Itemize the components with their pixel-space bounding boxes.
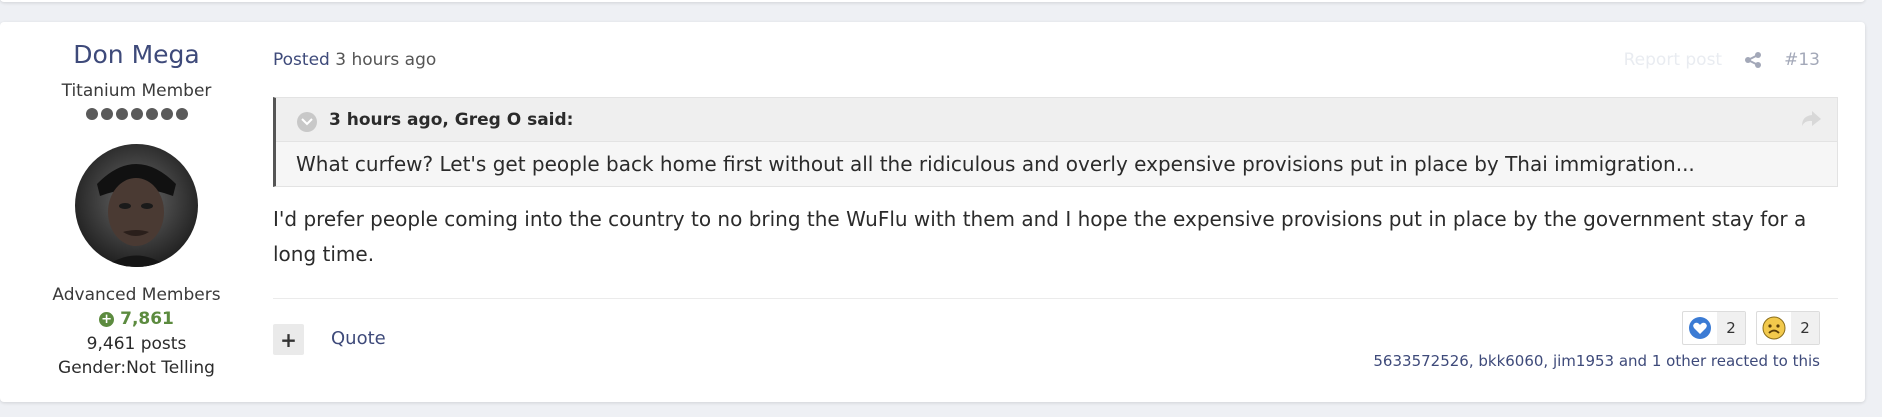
- member-group: Advanced Members: [52, 285, 221, 305]
- rank-pip: [115, 108, 128, 120]
- reactions-summary[interactable]: 5633572526, bkk6060, jim1953 and 1 other…: [1373, 352, 1820, 370]
- like-heart-icon: [1683, 312, 1717, 344]
- reaction-like[interactable]: 2: [1682, 311, 1746, 345]
- chevron-down-icon[interactable]: [297, 112, 317, 132]
- post-content: I'd prefer people coming into the countr…: [273, 207, 1807, 266]
- quote-citation: 3 hours ago, Greg O said:: [329, 110, 574, 130]
- author-name-link[interactable]: Don Mega: [0, 40, 273, 69]
- previous-post-card: [0, 0, 1865, 2]
- quote-header: 3 hours ago, Greg O said:: [276, 98, 1837, 142]
- quote-text: What curfew? Let's get people back home …: [296, 152, 1695, 176]
- post-meta: Posted 3 hours ago: [273, 50, 436, 70]
- posted-time[interactable]: 3 hours ago: [335, 50, 436, 70]
- quote-block: 3 hours ago, Greg O said: What curfew? L…: [273, 97, 1838, 187]
- report-post-link[interactable]: Report post: [1624, 50, 1722, 70]
- avatar[interactable]: [75, 144, 198, 267]
- rank-pip: [145, 108, 158, 120]
- post-tools: Report post #13: [1624, 50, 1820, 70]
- multiquote-plus-button[interactable]: +: [273, 324, 304, 355]
- rank-pip: [130, 108, 143, 120]
- forum-post: Don Mega Titanium Member Advanced Member…: [0, 22, 1865, 402]
- plus-circle-icon: +: [99, 311, 115, 327]
- share-icon[interactable]: [1744, 51, 1762, 69]
- reply-arrow-icon[interactable]: [1801, 110, 1821, 128]
- reactions-bar: 2 2: [1682, 311, 1820, 345]
- reaction-count: 2: [1791, 312, 1819, 344]
- posted-prefix: Posted: [273, 50, 330, 70]
- reputation-badge[interactable]: + 7,861: [0, 309, 273, 329]
- author-title: Titanium Member: [61, 81, 212, 101]
- rank-pip: [160, 108, 173, 120]
- rank-pip: [100, 108, 113, 120]
- reaction-sad[interactable]: 2: [1756, 311, 1820, 345]
- rank-pip: [85, 108, 98, 120]
- reaction-count: 2: [1717, 312, 1745, 344]
- post-count: 9,461 posts: [86, 334, 187, 354]
- rank-pip: [175, 108, 188, 120]
- quote-button[interactable]: Quote: [331, 328, 386, 349]
- post-number-link[interactable]: #13: [1784, 50, 1820, 70]
- author-panel: Don Mega Titanium Member Advanced Member…: [0, 22, 273, 402]
- reputation-value: 7,861: [120, 309, 174, 329]
- divider: [273, 298, 1838, 299]
- sad-face-icon: [1757, 312, 1791, 344]
- author-gender: Gender:Not Telling: [58, 358, 215, 378]
- rank-pips: [0, 108, 273, 120]
